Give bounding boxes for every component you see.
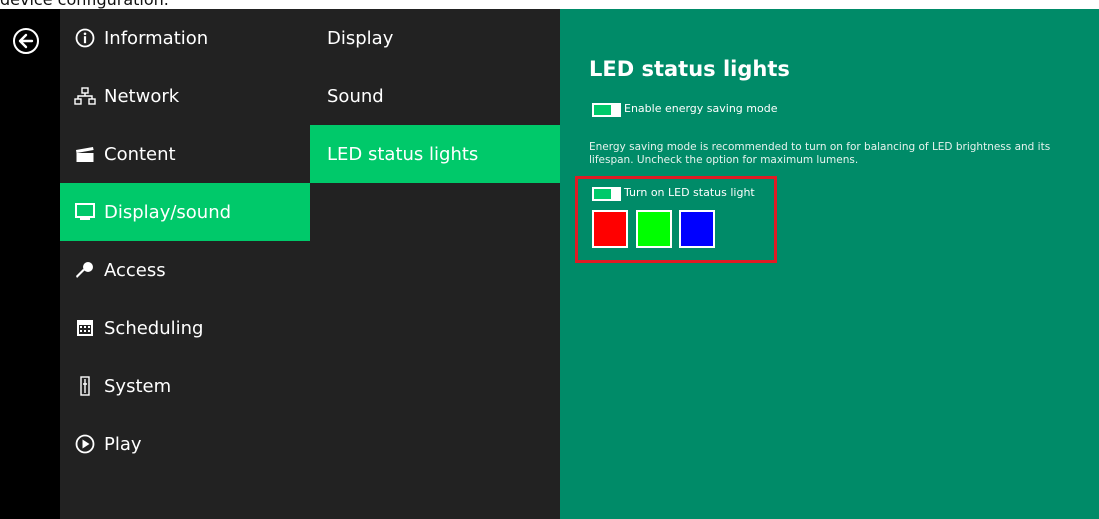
subnav-item-label: Sound [327,85,384,107]
nav-item-label: Content [104,143,176,165]
energy-saving-toggle[interactable] [592,103,621,117]
arrow-left-icon [18,33,34,49]
sub-nav: Display Sound LED status lights [310,9,560,519]
caption-text: device configuration. [0,0,169,9]
subnav-item-label: Display [327,27,394,49]
toggle-fill [594,105,611,115]
nav-item-network[interactable]: Network [60,67,310,125]
toggle-fill [594,189,611,199]
energy-saving-label: Enable energy saving mode [624,102,778,115]
nav-item-system[interactable]: System [60,357,310,415]
color-swatch-blue[interactable] [679,210,715,248]
back-column [0,9,60,519]
nav-item-label: Information [104,27,209,49]
network-icon [74,85,96,107]
key-icon [74,259,96,281]
led-status-label: Turn on LED status light [624,186,755,199]
nav-item-scheduling[interactable]: Scheduling [60,299,310,357]
subnav-item-label: LED status lights [327,143,479,165]
play-icon [74,433,96,455]
back-button[interactable] [13,28,39,54]
nav-item-play[interactable]: Play [60,415,310,473]
nav-item-information[interactable]: Information [60,9,310,67]
nav-item-label: Scheduling [104,317,204,339]
led-status-toggle[interactable] [592,187,621,201]
app-window: Information Network Content Display/soun… [0,9,1099,519]
nav-item-label: Network [104,85,180,107]
nav-item-content[interactable]: Content [60,125,310,183]
info-icon [74,27,96,49]
color-swatch-green[interactable] [636,210,672,248]
nav-item-label: System [104,375,172,397]
page-title: LED status lights [589,57,790,81]
nav-item-label: Display/sound [104,201,232,223]
energy-saving-description: Energy saving mode is recommended to tur… [589,141,1051,166]
color-swatch-red[interactable] [592,210,628,248]
nav-item-label: Access [104,259,166,281]
subnav-item-led-status-lights[interactable]: LED status lights [310,125,560,183]
subnav-item-sound[interactable]: Sound [310,67,560,125]
settings-panel: LED status lights Enable energy saving m… [560,9,1099,519]
monitor-icon [74,201,96,223]
slider-icon [74,375,96,397]
nav-item-display-sound[interactable]: Display/sound [60,183,310,241]
main-nav: Information Network Content Display/soun… [60,9,310,519]
calendar-icon [74,317,96,339]
clapperboard-icon [74,143,96,165]
nav-item-access[interactable]: Access [60,241,310,299]
subnav-item-display[interactable]: Display [310,9,560,67]
nav-item-label: Play [104,433,142,455]
